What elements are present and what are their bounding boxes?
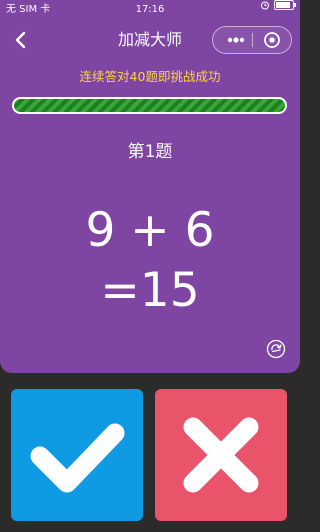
progress-fill — [14, 99, 285, 112]
battery-icon — [274, 0, 296, 10]
mini-program-capsule — [212, 26, 292, 54]
equation: 9 + 6 — [85, 203, 215, 258]
question-number: 第1题 — [127, 142, 173, 162]
correct-button[interactable] — [11, 389, 143, 521]
nav-bar: 加减大师 — [0, 20, 300, 60]
target-icon[interactable] — [257, 27, 287, 53]
progress-bar — [12, 97, 287, 114]
cross-icon — [183, 417, 259, 493]
check-icon — [30, 423, 125, 493]
replay-icon[interactable] — [266, 339, 286, 359]
battery-level — [276, 2, 290, 8]
alarm-icon — [261, 1, 269, 10]
capsule-divider — [252, 33, 253, 47]
status-time: 17:16 — [135, 4, 165, 15]
more-dots-icon[interactable] — [221, 27, 251, 53]
status-icons — [260, 0, 296, 10]
challenge-instructions: 连续答对40题即挑战成功 — [79, 69, 221, 84]
status-bar: 无 SIM 卡 17:16 — [0, 0, 300, 20]
equation-result: =15 — [100, 263, 200, 318]
game-card: 连续答对40题即挑战成功 第1题 9 + 6 =15 — [0, 60, 300, 373]
wrong-button[interactable] — [155, 389, 287, 521]
